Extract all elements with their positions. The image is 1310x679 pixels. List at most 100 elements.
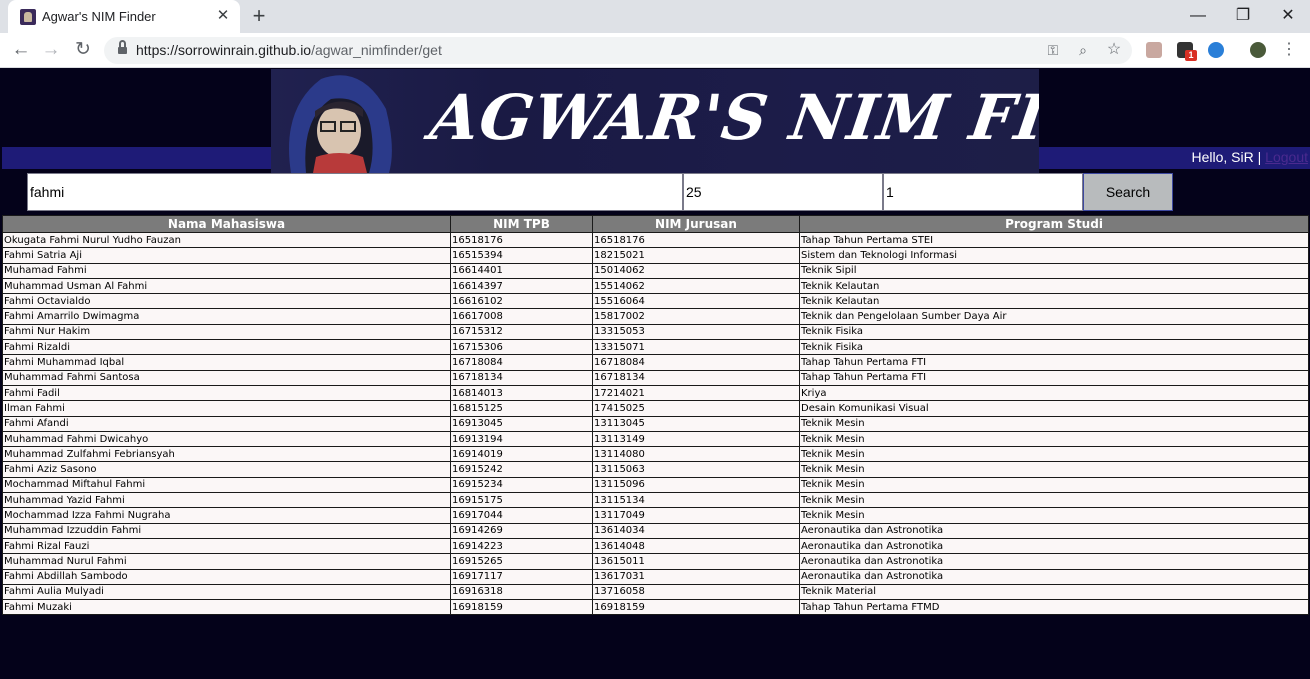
lock-icon <box>118 40 127 56</box>
table-row: Fahmi Muzaki 16918159 16918159 Tahap Tahun … <box>2 599 1309 616</box>
cell-nim-tpb: 16617008 <box>450 308 593 325</box>
cell-nim-tpb: 16914019 <box>450 446 593 463</box>
cell-nim-tpb: 16814013 <box>450 384 593 402</box>
cell-nim-tpb: 16917117 <box>450 568 593 585</box>
restore-button[interactable]: ❐ <box>1223 3 1263 29</box>
cell-nim-tpb: 16718134 <box>450 369 593 386</box>
cell-nama: Fahmi Rizaldi <box>2 339 451 356</box>
zoom-icon[interactable]: ⌕ <box>1073 40 1093 60</box>
site-favicon-icon <box>20 9 36 25</box>
cell-program-studi: Teknik Mesin <box>799 415 1309 432</box>
name-search-input[interactable] <box>27 173 683 211</box>
table-row: Mochammad Izza Fahmi Nugraha 16917044 1311… <box>2 507 1309 524</box>
cell-nama: Muhammad Zulfahmi Febriansyah <box>2 446 451 463</box>
cell-nim-jurusan: 16718134 <box>592 369 800 386</box>
cell-nama: Ilman Fahmi <box>2 400 451 417</box>
cell-nim-jurusan: 17214021 <box>592 384 800 402</box>
cell-nim-jurusan: 13614034 <box>592 522 800 539</box>
tab-close-icon[interactable]: ✕ <box>214 6 232 26</box>
menu-dots-icon[interactable]: ⋮ <box>1276 37 1302 63</box>
cell-program-studi: Aeronautika dan Astronotika <box>799 553 1309 570</box>
cell-nama: Muhamad Fahmi <box>2 262 451 279</box>
cell-nim-tpb: 16614401 <box>450 262 593 279</box>
cell-nim-jurusan: 13113045 <box>592 415 800 432</box>
cell-program-studi: Teknik Mesin <box>799 430 1309 448</box>
table-row: Fahmi Fadil 16814013 17214021 Kriya <box>2 384 1309 402</box>
cell-program-studi: Teknik Sipil <box>799 262 1309 279</box>
cell-program-studi: Kriya <box>799 384 1309 402</box>
cell-program-studi: Aeronautika dan Astronotika <box>799 522 1309 539</box>
cell-nama: Fahmi Satria Aji <box>2 247 451 264</box>
cell-nim-jurusan: 13716058 <box>592 583 800 601</box>
browser-tab[interactable]: Agwar's NIM Finder ✕ <box>8 0 240 33</box>
cell-nama: Fahmi Aulia Mulyadi <box>2 583 451 601</box>
column-header: NIM Jurusan <box>592 215 800 233</box>
table-row: Muhammad Fahmi Dwicahyo 16913194 13113149 T… <box>2 430 1309 448</box>
cell-nim-jurusan: 13315053 <box>592 323 800 341</box>
minimize-button[interactable]: — <box>1178 3 1218 29</box>
cell-program-studi: Teknik Mesin <box>799 476 1309 494</box>
cell-program-studi: Teknik Fisika <box>799 339 1309 356</box>
cell-program-studi: Aeronautika dan Astronotika <box>799 568 1309 585</box>
cell-nama: Fahmi Aziz Sasono <box>2 461 451 478</box>
results-table: Nama Mahasiswa NIM TPB NIM Jurusan Progr… <box>2 215 1309 616</box>
page-input[interactable] <box>883 173 1083 211</box>
table-row: Fahmi Amarrilo Dwimagma 16617008 15817002 T… <box>2 308 1309 325</box>
back-arrow-icon[interactable]: ← <box>8 37 34 63</box>
table-row: Muhammad Yazid Fahmi 16915175 13115134 Tekn… <box>2 492 1309 509</box>
close-window-button[interactable]: ✕ <box>1268 3 1308 29</box>
cell-nama: Muhammad Yazid Fahmi <box>2 492 451 509</box>
cell-nama: Fahmi Amarrilo Dwimagma <box>2 308 451 325</box>
tab-title: Agwar's NIM Finder <box>42 9 156 24</box>
character-avatar-icon <box>289 75 392 173</box>
profile-avatar-icon[interactable] <box>1250 42 1266 58</box>
cell-nim-jurusan: 13113149 <box>592 430 800 448</box>
page-content: AGWAR'S NIM FINDER Hello, SiR | Logout S… <box>0 69 1310 679</box>
table-row: Muhammad Nurul Fahmi 16915265 13615011 Aero… <box>2 553 1309 570</box>
cell-nim-tpb: 16917044 <box>450 507 593 524</box>
cell-program-studi: Teknik dan Pengelolaan Sumber Daya Air <box>799 308 1309 325</box>
cell-nama: Muhammad Nurul Fahmi <box>2 553 451 570</box>
browser-tab-strip: Agwar's NIM Finder ✕ + — ❐ ✕ <box>0 0 1310 33</box>
cell-program-studi: Teknik Mesin <box>799 446 1309 463</box>
url-path: /agwar_nimfinder/get <box>311 42 442 58</box>
table-row: Muhammad Izzuddin Fahmi 16914269 13614034 A… <box>2 522 1309 539</box>
limit-input[interactable] <box>683 173 883 211</box>
cell-nim-jurusan: 15014062 <box>592 262 800 279</box>
cell-program-studi: Teknik Material <box>799 583 1309 601</box>
star-icon[interactable]: ☆ <box>1104 40 1124 60</box>
reload-icon[interactable]: ↻ <box>70 37 96 63</box>
cell-program-studi: Teknik Mesin <box>799 492 1309 509</box>
key-icon[interactable]: ⚿ <box>1043 40 1063 60</box>
table-row: Muhammad Fahmi Santosa 16718134 16718134 Ta… <box>2 369 1309 386</box>
cell-nama: Muhammad Izzuddin Fahmi <box>2 522 451 539</box>
address-bar[interactable]: https://sorrowinrain.github.io/agwar_nim… <box>104 37 1132 64</box>
forward-arrow-icon[interactable]: → <box>38 37 64 63</box>
table-row: Fahmi Afandi 16913045 13113045 Teknik Mesin <box>2 415 1309 432</box>
cell-program-studi: Teknik Kelautan <box>799 293 1309 310</box>
logout-link[interactable]: Logout <box>1265 149 1308 165</box>
sync-extension-icon[interactable] <box>1208 42 1224 58</box>
column-header: Program Studi <box>799 215 1309 233</box>
cell-nim-jurusan: 13114080 <box>592 446 800 463</box>
pdf-extension-icon[interactable] <box>1146 42 1162 58</box>
extension-icon[interactable]: 1 <box>1177 42 1197 61</box>
cell-program-studi: Sistem dan Teknologi Informasi <box>799 247 1309 264</box>
cell-program-studi: Teknik Fisika <box>799 323 1309 341</box>
search-button[interactable]: Search <box>1083 173 1173 211</box>
new-tab-button[interactable]: + <box>248 3 270 29</box>
cell-program-studi: Teknik Kelautan <box>799 277 1309 295</box>
cell-nama: Fahmi Nur Hakim <box>2 323 451 341</box>
cell-nim-tpb: 16918159 <box>450 599 593 616</box>
cell-nim-tpb: 16815125 <box>450 400 593 417</box>
table-row: Ilman Fahmi 16815125 17415025 Desain Komuni… <box>2 400 1309 417</box>
greeting: Hello, SiR | Logout <box>1192 149 1309 165</box>
cell-nama: Fahmi Afandi <box>2 415 451 432</box>
cell-program-studi: Teknik Mesin <box>799 461 1309 478</box>
cell-nama: Fahmi Octavialdo <box>2 293 451 310</box>
table-row: Fahmi Octavialdo 16616102 15516064 Teknik K… <box>2 293 1309 310</box>
table-row: Okugata Fahmi Nurul Yudho Fauzan 16518176… <box>2 231 1309 249</box>
cell-nim-tpb: 16915242 <box>450 461 593 478</box>
table-row: Fahmi Rizaldi 16715306 13315071 Teknik Fisi… <box>2 339 1309 356</box>
column-header: Nama Mahasiswa <box>2 215 451 233</box>
